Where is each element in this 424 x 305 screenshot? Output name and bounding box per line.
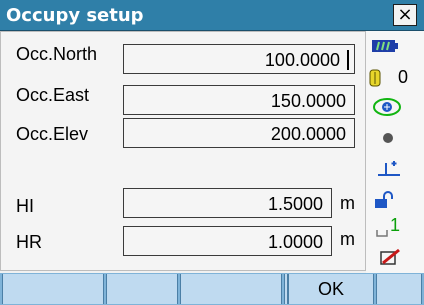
occ-north-value: 100.0000 <box>264 50 340 70</box>
target-icon <box>382 132 394 144</box>
prism-icon <box>368 69 382 87</box>
tilt-compensation-icon <box>372 97 402 117</box>
text-cursor <box>347 50 349 70</box>
softkey-6[interactable] <box>376 274 422 304</box>
hr-unit: m <box>340 229 355 249</box>
hr-field[interactable]: 1.0000 <box>123 226 332 256</box>
occ-north-field[interactable]: 100.0000 <box>123 44 355 74</box>
prism-constant: 0 <box>398 67 409 87</box>
occ-elev-label: Occ.Elev <box>16 124 89 144</box>
title-bar: Occupy setup × <box>0 0 424 31</box>
unlock-icon <box>374 191 396 209</box>
occ-elev-field[interactable]: 200.0000 <box>123 118 355 148</box>
occ-east-field[interactable]: 150.0000 <box>123 85 355 115</box>
edit-icon[interactable] <box>380 248 402 266</box>
softkey-1[interactable] <box>2 274 104 304</box>
softkey-3[interactable] <box>180 274 282 304</box>
occ-north-label: Occ.North <box>16 44 98 64</box>
client-area: Occ.North 100.0000 Occ.East 150.0000 Occ… <box>0 31 424 273</box>
input-mode-value: 1 <box>390 215 401 235</box>
occupy-form: Occ.North 100.0000 Occ.East 150.0000 Occ… <box>0 31 366 271</box>
softkey-bar: OK <box>0 273 424 305</box>
hi-field[interactable]: 1.5000 <box>123 188 332 218</box>
input-mode-icon <box>376 229 388 237</box>
station-icon <box>376 159 402 177</box>
ok-button[interactable]: OK <box>288 274 374 304</box>
occ-east-label: Occ.East <box>16 85 90 105</box>
hi-label: HI <box>16 196 34 216</box>
hr-label: HR <box>16 232 42 252</box>
status-column: 0 1 <box>366 31 424 273</box>
softkey-2[interactable] <box>106 274 178 304</box>
close-button[interactable]: × <box>393 4 417 26</box>
window-title: Occupy setup <box>6 5 144 26</box>
hi-unit: m <box>340 193 355 213</box>
battery-icon <box>372 39 398 53</box>
